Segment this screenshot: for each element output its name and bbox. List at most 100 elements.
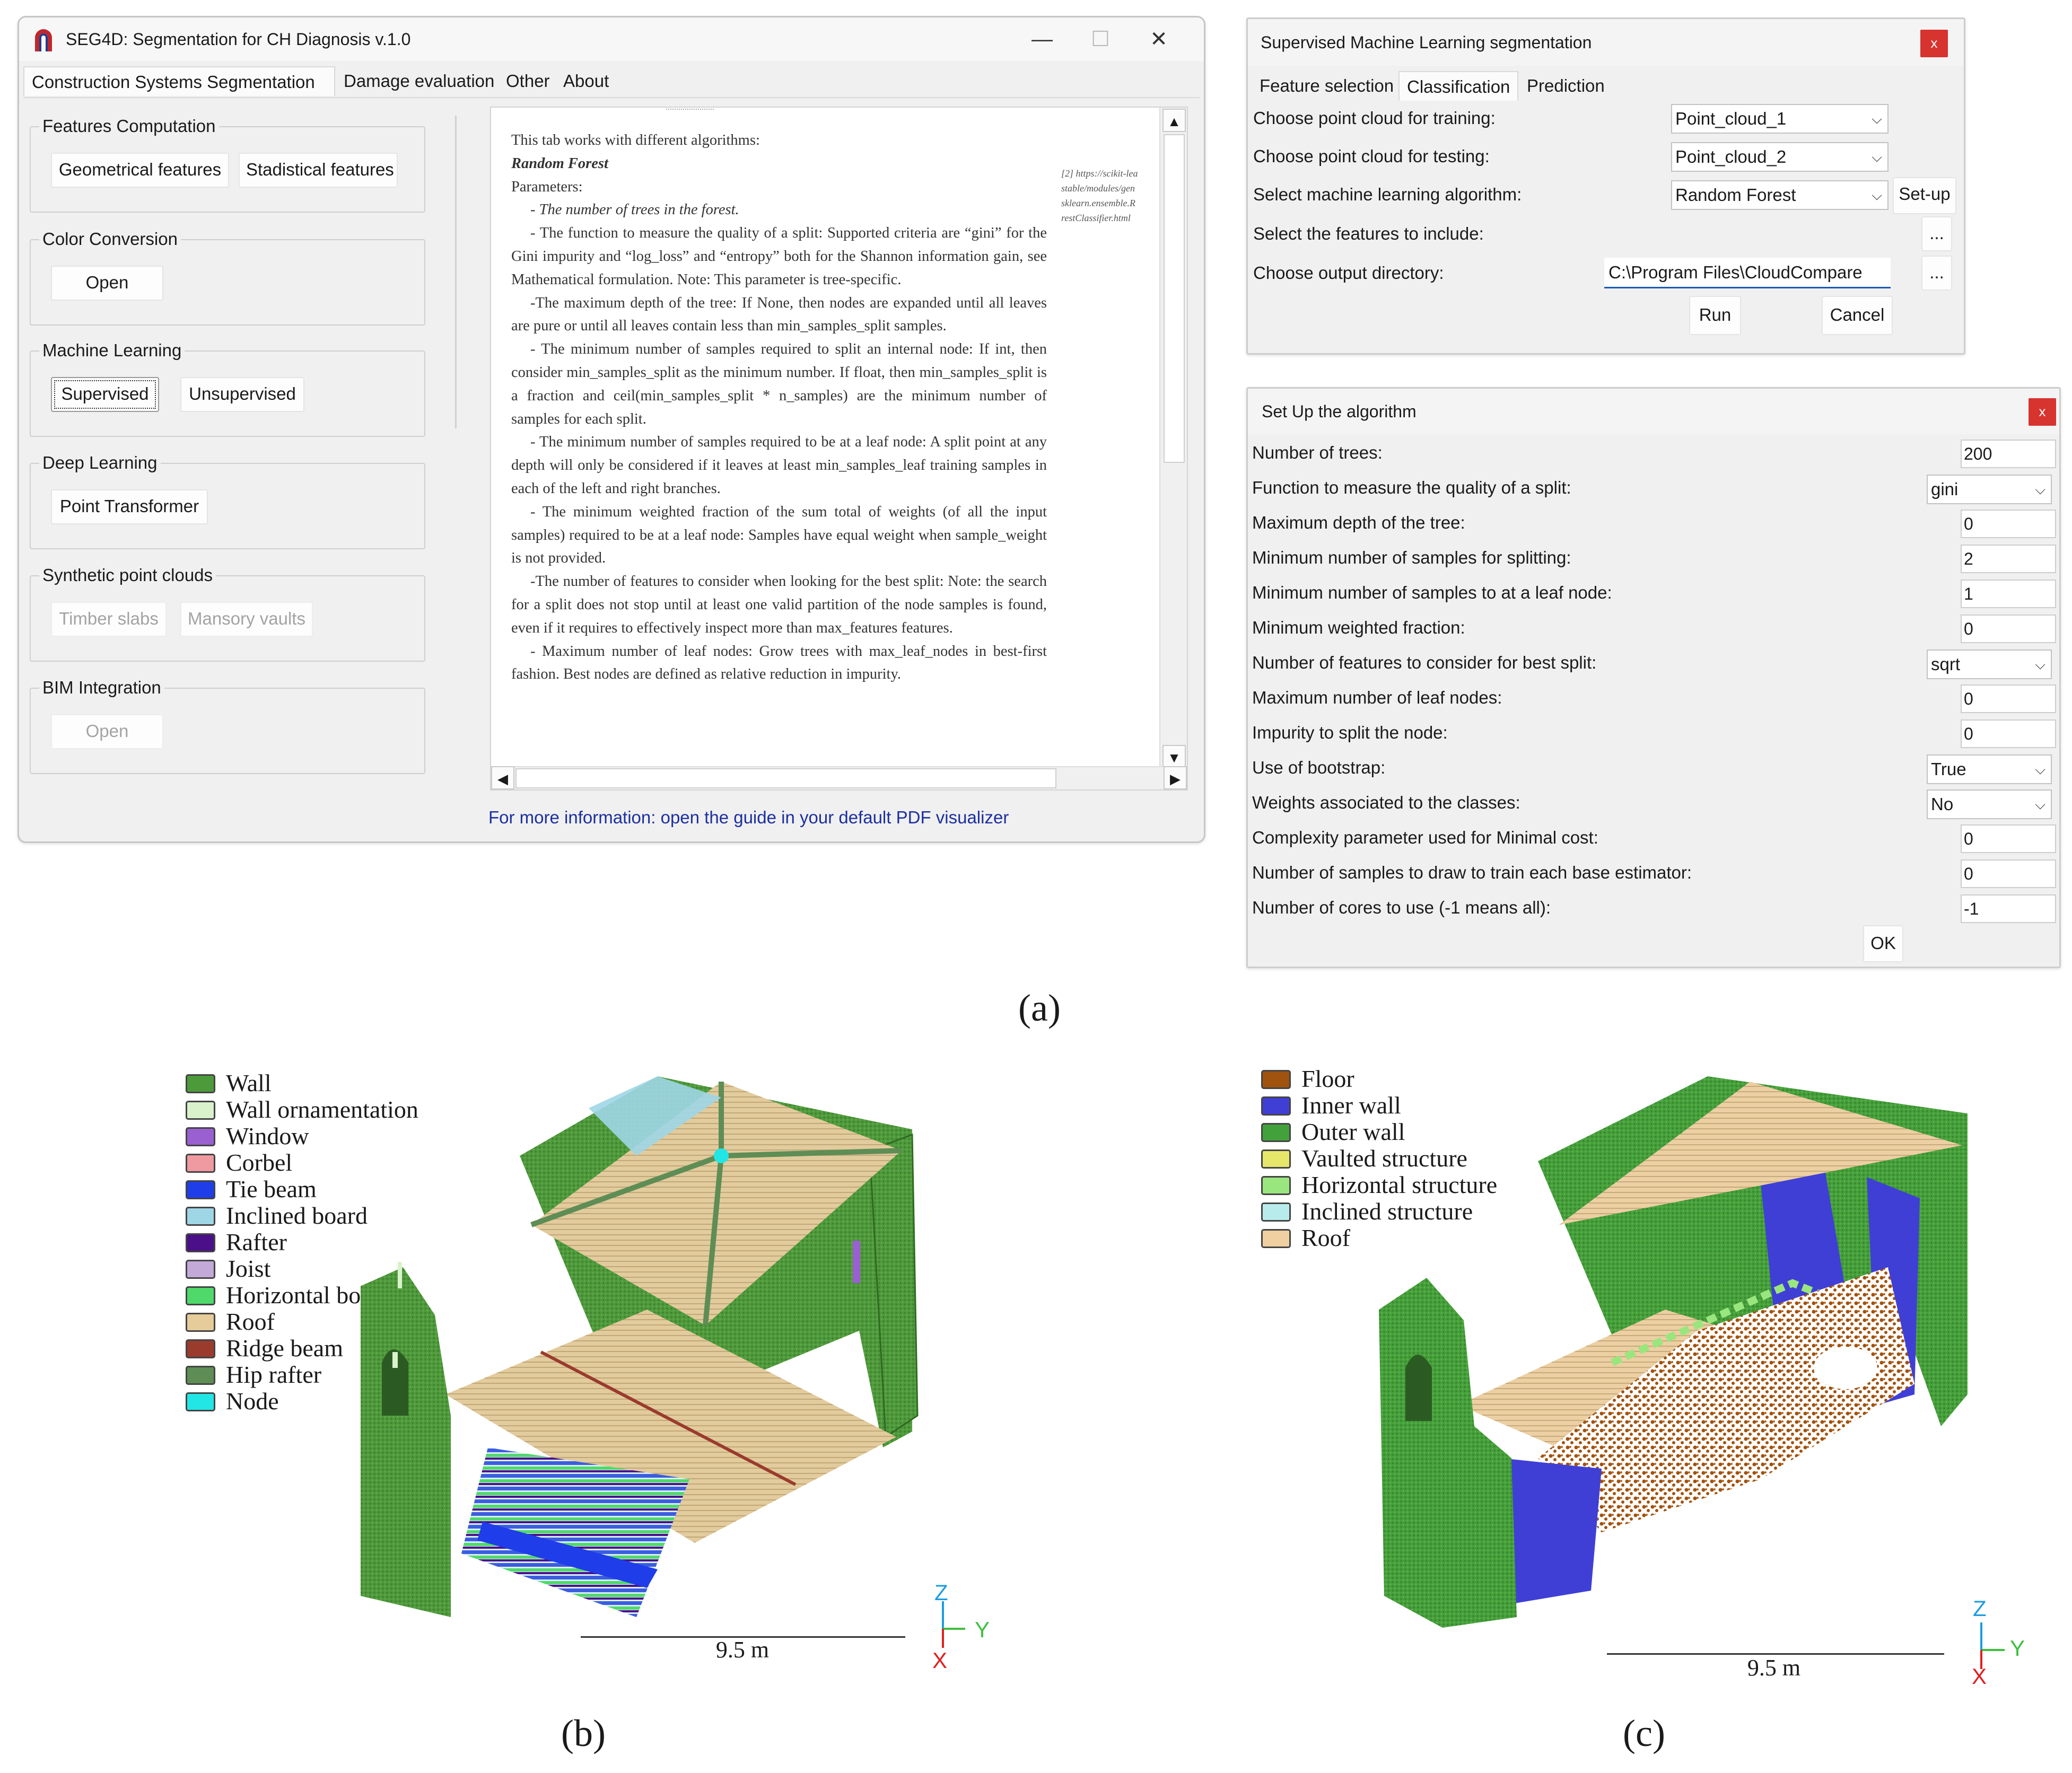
param-input[interactable]: 0 <box>1961 719 2056 748</box>
legend-label: Rafter <box>226 1228 287 1256</box>
doc-paragraph: - The minimum weighted fraction of the s… <box>511 503 1047 567</box>
scroll-left-icon[interactable]: ◀ <box>491 766 514 789</box>
hscroll-thumb[interactable] <box>515 768 1056 788</box>
param-input[interactable]: 0 <box>1961 510 2056 538</box>
run-button[interactable]: Run <box>1689 296 1741 335</box>
maximize-button[interactable]: ☐ <box>1071 17 1130 61</box>
scroll-right-icon[interactable]: ▶ <box>1164 766 1187 789</box>
param-label: Impurity to split the node: <box>1252 723 1448 742</box>
param-input[interactable]: -1 <box>1961 894 2056 923</box>
scroll-up-icon[interactable]: ▲ <box>1162 109 1186 132</box>
chevron-down-icon: ⌵ <box>2035 761 2045 777</box>
bell-arch-shape <box>1405 1355 1432 1421</box>
chevron-down-icon: ⌵ <box>2035 796 2045 812</box>
algorithm-select[interactable]: Random Forest ⌵ <box>1671 180 1889 210</box>
param-select[interactable]: No ⌵ <box>1927 789 2052 819</box>
point-transformer-button[interactable]: Point Transformer <box>51 489 208 524</box>
ok-button[interactable]: OK <box>1863 925 1903 962</box>
legend-swatch <box>186 1154 215 1173</box>
legend-label: Node <box>226 1388 279 1415</box>
legend-swatch <box>186 1180 215 1199</box>
cancel-button[interactable]: Cancel <box>1822 296 1893 335</box>
legend-label: Inclined board <box>226 1202 368 1229</box>
param-input[interactable]: 0 <box>1961 684 2056 713</box>
group-label: Deep Learning <box>39 452 161 473</box>
close-icon[interactable]: x <box>1920 30 1948 57</box>
doc-paragraph: This tab works with different algorithms… <box>511 132 760 148</box>
pdf-guide-link[interactable]: For more information: open the guide in … <box>488 807 1009 828</box>
test-cloud-select[interactable]: Point_cloud_2 ⌵ <box>1671 142 1889 172</box>
tab-other[interactable]: Other <box>499 66 557 96</box>
legend-label: Tie beam <box>226 1175 317 1203</box>
param-input[interactable]: 1 <box>1961 580 2056 608</box>
caption-b-text: (b) <box>561 1712 606 1754</box>
bim-open-button[interactable]: Open <box>51 714 163 749</box>
close-icon[interactable]: x <box>2029 398 2056 426</box>
param-select[interactable]: True ⌵ <box>1927 754 2052 784</box>
legend-swatch <box>186 1101 215 1120</box>
splitter[interactable] <box>455 116 457 428</box>
title-bar: Set Up the algorithm x <box>1248 389 2059 434</box>
doc-paragraph: - The number of trees in the forest. <box>530 201 739 218</box>
title-bar: Supervised Machine Learning segmentation… <box>1248 19 1964 66</box>
tab-feature-selection[interactable]: Feature selection <box>1252 71 1401 101</box>
close-button[interactable]: ✕ <box>1130 17 1188 61</box>
geometrical-features-button[interactable]: Geometrical features <box>51 153 229 188</box>
param-select[interactable]: sqrt ⌵ <box>1927 649 2052 679</box>
doc-paragraph: - The function to measure the quality of… <box>511 225 1047 288</box>
x-axis-label: X <box>932 1648 948 1673</box>
param-input[interactable]: 0 <box>1961 615 2056 643</box>
stadistical-features-button[interactable]: Stadistical features <box>239 153 398 188</box>
chevron-down-icon: ⌵ <box>1872 111 1882 127</box>
output-browse-button[interactable]: ... <box>1921 256 1952 291</box>
unsupervised-button[interactable]: Unsupervised <box>180 377 304 412</box>
building-pointcloud-c <box>1379 1076 1968 1628</box>
vertical-scrollbar[interactable]: ▲ ▼ <box>1159 108 1187 770</box>
param-select[interactable]: gini ⌵ <box>1927 475 2052 504</box>
tab-prediction[interactable]: Prediction <box>1519 71 1612 101</box>
param-input[interactable]: 200 <box>1961 440 2056 468</box>
output-directory-input[interactable]: C:\Program Files\CloudCompare <box>1604 258 1891 288</box>
mansory-vaults-button[interactable]: Mansory vaults <box>180 602 313 637</box>
scroll-down-icon[interactable]: ▼ <box>1162 745 1186 768</box>
color-open-button[interactable]: Open <box>51 266 163 301</box>
doc-paragraph: - Maximum number of leaf nodes: Grow tre… <box>511 643 1047 683</box>
node-shape <box>714 1148 729 1163</box>
param-value: No <box>1931 794 1954 814</box>
legend-label: Roof <box>226 1308 275 1335</box>
doc-footnote: [2] https://scikit-lea stable/modules/ge… <box>1061 168 1138 223</box>
param-label: Minimum number of samples to at a leaf n… <box>1252 583 1612 602</box>
tab-construction-systems[interactable]: Construction Systems Segmentation <box>23 66 335 96</box>
caption-c-text: (c) <box>1623 1712 1665 1754</box>
legend-label: Ridge beam <box>226 1335 343 1362</box>
features-browse-button[interactable]: ... <box>1921 216 1952 251</box>
legend-swatch <box>186 1074 215 1093</box>
scroll-thumb[interactable] <box>1164 134 1185 463</box>
timber-slabs-button[interactable]: Timber slabs <box>51 602 167 637</box>
param-input[interactable]: 2 <box>1961 545 2056 573</box>
z-axis-label: Z <box>1973 1596 1987 1621</box>
minimize-button[interactable]: — <box>1013 17 1071 61</box>
param-input[interactable]: 0 <box>1961 859 2056 888</box>
setup-button[interactable]: Set-up <box>1893 177 1956 214</box>
group-deep-learning: Deep Learning Point Transformer <box>30 452 425 549</box>
building-pointcloud-b <box>361 1076 919 1617</box>
group-label: Color Conversion <box>39 229 181 250</box>
param-input[interactable]: 0 <box>1961 824 2056 853</box>
horizontal-scrollbar[interactable]: ◀ ▶ <box>491 766 1187 789</box>
y-axis-label: Y <box>2010 1636 2025 1661</box>
legend-swatch <box>186 1207 215 1226</box>
param-label: Maximum depth of the tree: <box>1252 513 1465 532</box>
tab-about[interactable]: About <box>556 66 616 96</box>
legend-label: Window <box>226 1122 309 1149</box>
ornament-shape <box>398 1262 402 1288</box>
param-label: Weights associated to the classes: <box>1252 793 1520 812</box>
supervised-button[interactable]: Supervised <box>51 377 159 412</box>
tab-damage-evaluation[interactable]: Damage evaluation <box>336 66 502 96</box>
train-cloud-select[interactable]: Point_cloud_1 ⌵ <box>1671 104 1889 134</box>
param-label: Maximum number of leaf nodes: <box>1252 688 1502 707</box>
features-label: Select the features to include: <box>1253 224 1484 243</box>
caption-b: (b) <box>541 1711 626 1756</box>
param-label: Number of trees: <box>1252 443 1383 462</box>
tab-classification[interactable]: Classification <box>1398 71 1519 101</box>
